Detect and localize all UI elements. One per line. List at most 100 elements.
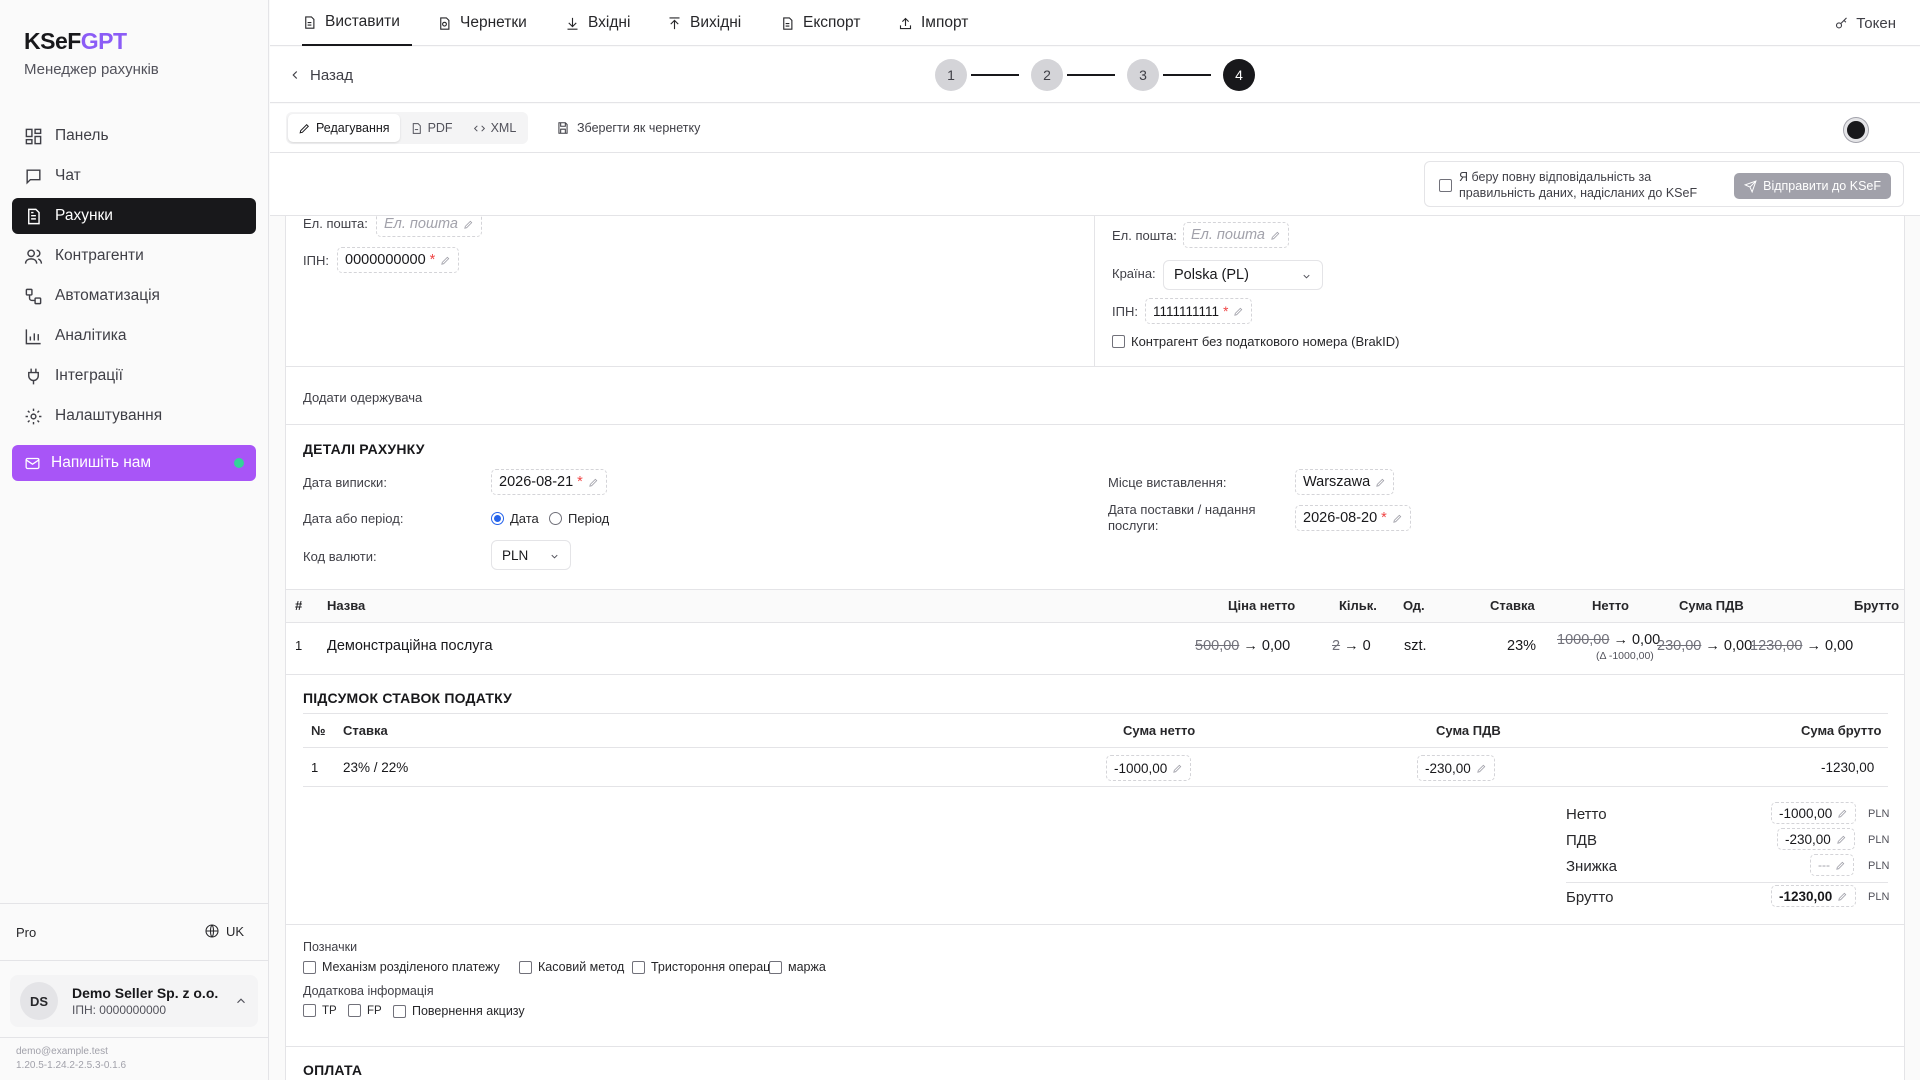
total-discount-value: --- xyxy=(1818,858,1830,872)
old-value: 2 xyxy=(1332,638,1341,654)
flag-checkbox[interactable] xyxy=(632,960,645,974)
flag-cash-method[interactable]: Касовий метод xyxy=(519,960,624,974)
tax-sum-vat-field[interactable]: -230,00 xyxy=(1417,755,1495,781)
top-tabs: Виставити Чернетки Вхідні Вихідні Експор… xyxy=(270,0,1920,46)
step-3[interactable]: 3 xyxy=(1127,59,1159,91)
tab-label: Вихідні xyxy=(690,14,742,31)
item-quantity[interactable]: 2 → 0 xyxy=(1332,638,1371,654)
item-name[interactable]: Демонстраційна послуга xyxy=(327,638,493,654)
total-gross-field[interactable]: -1230,00 xyxy=(1771,885,1857,907)
step-1[interactable]: 1 xyxy=(935,59,967,91)
theme-toggle[interactable] xyxy=(1844,118,1868,142)
submit-bar: Я беру повну відповідальність за правиль… xyxy=(270,153,1920,216)
sidebar-item-label: Рахунки xyxy=(55,207,113,224)
period-radio[interactable] xyxy=(549,512,562,525)
sidebar-item-integrations[interactable]: Інтеграції xyxy=(12,358,256,394)
buyer-email-field[interactable]: Ел. пошта xyxy=(1183,222,1289,248)
flag-checkbox[interactable] xyxy=(519,960,532,974)
pencil-icon xyxy=(1838,809,1847,818)
responsibility-checkbox[interactable] xyxy=(1439,179,1452,192)
buyer-tax-field[interactable]: 1111111111 * xyxy=(1145,298,1253,324)
extra-tp[interactable]: TP xyxy=(303,1004,337,1017)
extra-label: FP xyxy=(367,1004,382,1017)
currency-select[interactable]: PLN xyxy=(491,540,571,570)
extra-fp[interactable]: FP xyxy=(348,1004,382,1017)
tab-export[interactable]: Експорт xyxy=(780,0,860,46)
extra-label: Повернення акцизу xyxy=(412,1004,525,1018)
sidebar-item-label: Аналітика xyxy=(55,327,127,344)
brand-name-ksef: KSeF xyxy=(24,28,81,54)
back-button[interactable]: Назад xyxy=(288,47,353,103)
tax-sum-gross: -1230,00 xyxy=(1821,760,1875,775)
buyer-no-tax-checkbox[interactable] xyxy=(1112,335,1125,348)
brand-logo[interactable]: KSeFGPT xyxy=(24,28,159,55)
write-us-button[interactable]: Напишіть нам xyxy=(12,445,256,481)
col-number: № xyxy=(311,723,326,738)
total-net-field[interactable]: -1000,00 xyxy=(1771,802,1857,824)
tab-import[interactable]: Імпорт xyxy=(898,0,968,46)
extra-checkbox[interactable] xyxy=(393,1004,406,1018)
tab-outgoing[interactable]: Вихідні xyxy=(667,0,741,46)
language-switcher[interactable]: UK xyxy=(204,923,244,939)
view-pdf-button[interactable]: PDF xyxy=(400,114,463,142)
flag-split-payment[interactable]: Механізм розділеного платежу xyxy=(303,960,500,974)
sidebar-item-dashboard[interactable]: Панель xyxy=(12,118,256,154)
total-discount-field[interactable]: --- xyxy=(1810,854,1854,876)
step-2[interactable]: 2 xyxy=(1031,59,1063,91)
sidebar-item-automation[interactable]: Автоматизація xyxy=(12,278,256,314)
col-rate: Ставка xyxy=(1490,598,1535,613)
save-draft-label: Зберегти як чернетку xyxy=(577,121,701,135)
buyer-country-label: Країна: xyxy=(1112,266,1156,281)
delivery-date-label: Дата поставки / надання послуги: xyxy=(1108,502,1256,534)
buyer-no-tax-option[interactable]: Контрагент без податкового номера (BrakI… xyxy=(1112,334,1400,349)
sidebar-item-chat[interactable]: Чат xyxy=(12,158,256,194)
account-switcher[interactable]: DS Demo Seller Sp. z o.o. ІПН: 000000000… xyxy=(10,975,258,1027)
sidebar-item-settings[interactable]: Налаштування xyxy=(12,398,256,434)
tax-sum-net-field[interactable]: -1000,00 xyxy=(1106,755,1192,781)
item-net-price[interactable]: 500,00 → 0,00 xyxy=(1195,638,1290,654)
file-icon xyxy=(783,16,793,30)
extra-checkbox[interactable] xyxy=(348,1004,361,1017)
date-option[interactable]: Дата xyxy=(491,511,539,526)
send-to-ksef-button[interactable]: Відправити до KSeF xyxy=(1734,173,1891,199)
flag-checkbox[interactable] xyxy=(769,960,782,974)
add-recipient-button[interactable]: Додати одержувача xyxy=(303,390,422,405)
required-marker: * xyxy=(577,474,583,490)
extra-excise-refund[interactable]: Повернення акцизу xyxy=(393,1004,525,1018)
sidebar-item-analytics[interactable]: Аналітика xyxy=(12,318,256,354)
sidebar-item-contractors[interactable]: Контрагенти xyxy=(12,238,256,274)
column-divider xyxy=(1094,216,1095,366)
sidebar-divider xyxy=(0,903,269,904)
flag-triangular[interactable]: Тристороння операція xyxy=(632,960,780,974)
view-edit-button[interactable]: Редагування xyxy=(288,114,400,142)
issue-date-field[interactable]: 2026-08-21 * xyxy=(491,469,607,495)
step-4[interactable]: 4 xyxy=(1223,59,1255,91)
extra-checkbox[interactable] xyxy=(303,1004,316,1017)
delivery-date-field[interactable]: 2026-08-20 * xyxy=(1295,505,1411,531)
period-option[interactable]: Період xyxy=(549,511,609,526)
place-of-issue-field[interactable]: Warszawa xyxy=(1295,469,1395,495)
pencil-icon xyxy=(1477,764,1486,773)
buyer-country-select[interactable]: Polska (PL) xyxy=(1163,260,1323,290)
view-xml-button[interactable]: XML xyxy=(463,114,527,142)
col-number: # xyxy=(295,598,303,613)
pencil-icon xyxy=(464,220,473,229)
tab-incoming[interactable]: Вхідні xyxy=(565,0,630,46)
seller-tax-field[interactable]: 0000000000 * xyxy=(337,247,460,273)
seller-email-field[interactable]: Ел. пошта xyxy=(376,216,482,237)
token-button[interactable]: Токен xyxy=(1834,0,1896,46)
language-label: UK xyxy=(226,923,245,939)
gear-icon xyxy=(25,408,42,424)
chevron-left-icon xyxy=(292,71,298,79)
extra-info-title: Додаткова інформація xyxy=(303,984,434,998)
save-draft-button[interactable]: Зберегти як чернетку xyxy=(556,112,700,144)
tab-issue[interactable]: Виставити xyxy=(302,0,412,46)
sidebar: KSeFGPT Менеджер рахунків Панель Чат Рах… xyxy=(0,0,269,1080)
flag-checkbox[interactable] xyxy=(303,960,316,974)
flag-margin[interactable]: маржа xyxy=(769,960,826,974)
total-vat-field[interactable]: -230,00 xyxy=(1777,828,1855,850)
date-radio[interactable] xyxy=(491,512,504,525)
sidebar-item-invoices[interactable]: Рахунки xyxy=(12,198,256,234)
tab-drafts[interactable]: Чернетки xyxy=(437,0,527,46)
pencil-icon xyxy=(1234,307,1243,316)
